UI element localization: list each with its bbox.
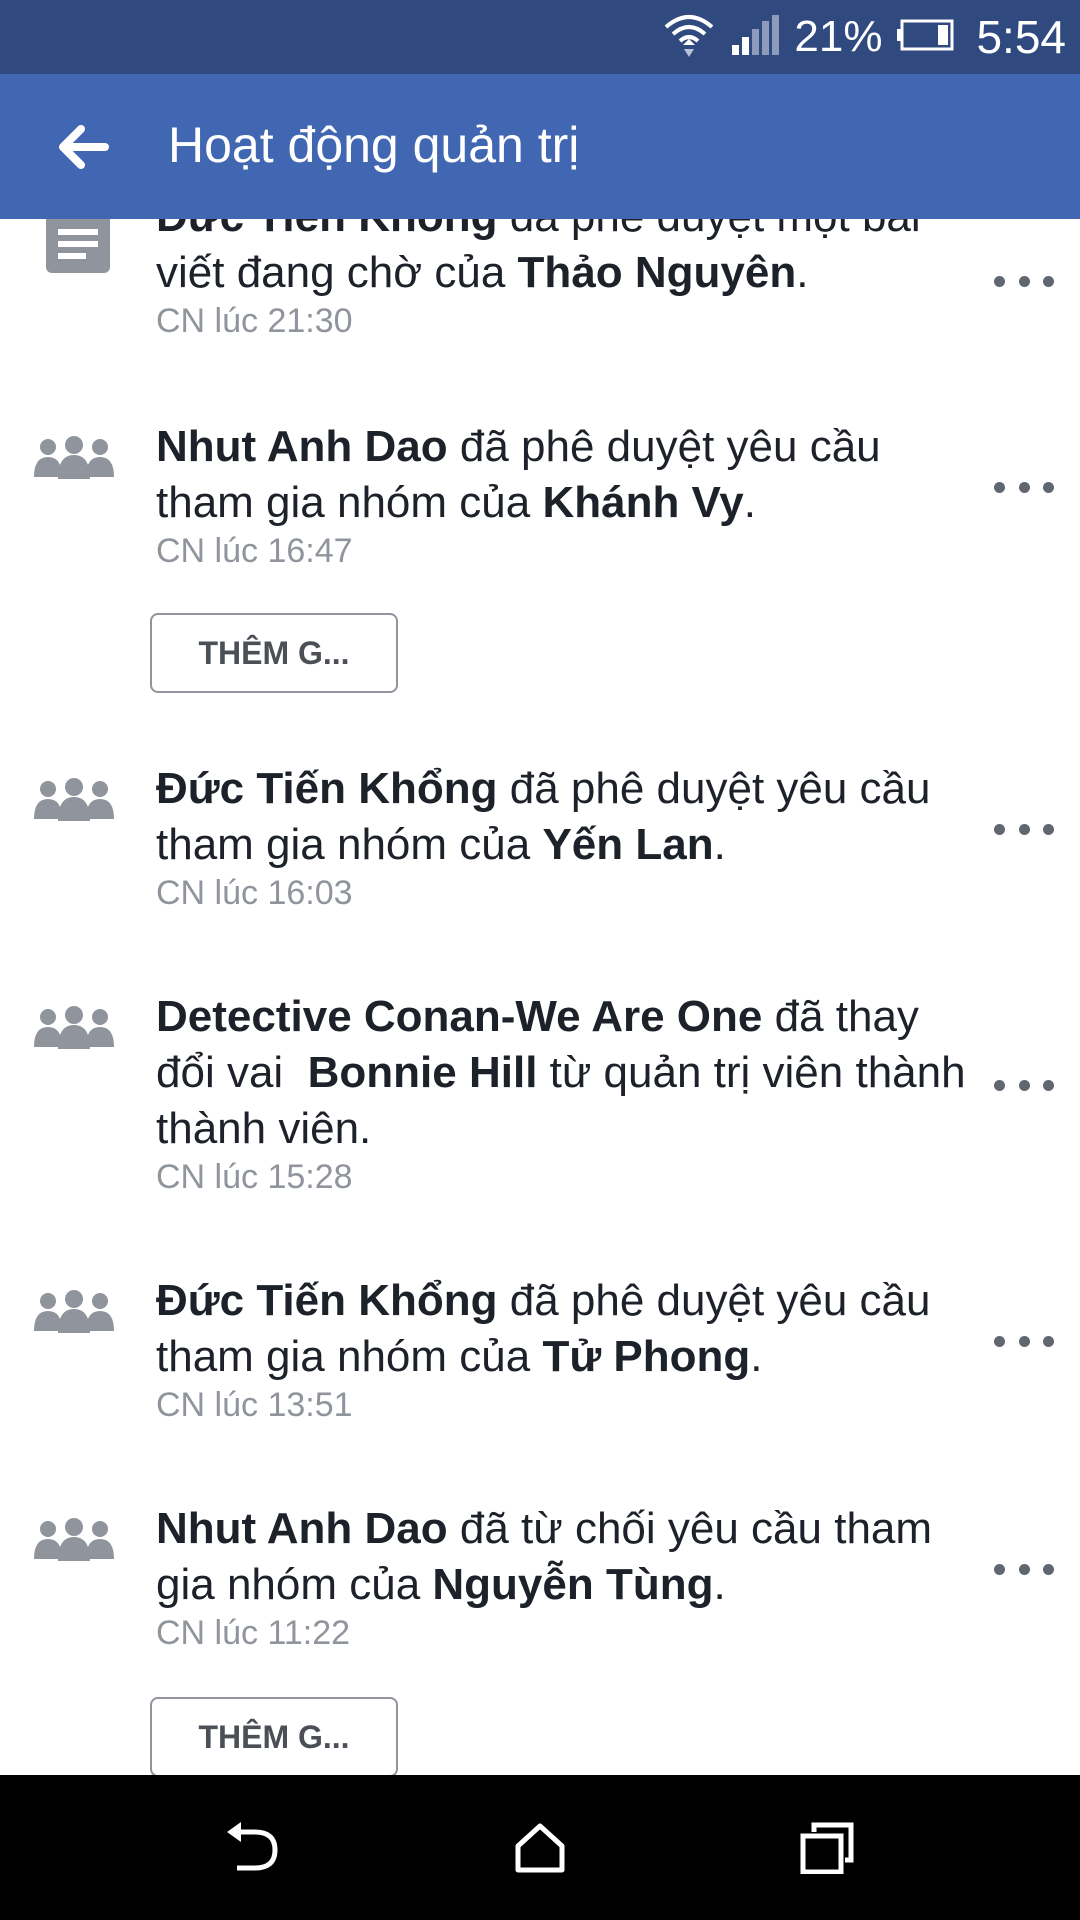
target-name[interactable]: Khánh Vy [542,478,743,527]
group-icon [34,433,114,486]
target-name[interactable]: Tử Phong [542,1332,750,1381]
more-options-button[interactable] [994,467,1054,507]
system-nav-bar [0,1775,1080,1920]
activity-text: Nhut Anh Dao đã từ chối yêu cầu tham gia… [156,1501,986,1613]
status-bar: 21% 5:54 [0,0,1080,74]
group-icon [34,1287,114,1340]
document-icon [46,219,110,278]
actor-name[interactable]: Detective Conan-We Are One [156,992,762,1041]
more-options-button[interactable] [994,1065,1054,1105]
target-name[interactable]: Nguyễn Tùng [432,1560,713,1609]
more-options-button[interactable] [994,1321,1054,1361]
actor-name[interactable]: Đức Tiến Khổng [156,764,498,813]
group-icon [34,1003,114,1056]
admin-activity-feed: Đức Tiến Khổng đã phê duyệt một bài viết… [0,219,1080,1775]
more-options-button[interactable] [994,261,1054,301]
action-tail: . [750,1332,763,1381]
nav-back-button[interactable] [218,1813,288,1883]
action-tail: . [713,1560,726,1609]
activity-text: Đức Tiến Khổng đã phê duyệt yêu cầu tham… [156,761,986,873]
battery-icon [896,19,954,56]
action-tail: . [743,478,756,527]
back-button[interactable] [48,112,118,182]
battery-percent: 21% [794,12,883,61]
target-name[interactable]: Thảo Nguyên [518,248,797,297]
arrow-left-icon [59,125,109,169]
nav-home-button[interactable] [505,1813,575,1883]
timestamp: CN lúc 16:47 [156,532,353,570]
clock: 5:54 [976,11,1066,63]
timestamp: CN lúc 15:28 [156,1158,353,1196]
timestamp: CN lúc 11:22 [156,1614,351,1652]
wifi-icon [662,11,716,64]
action-tail: . [796,248,809,297]
app-bar: Hoạt động quản trị [0,74,1080,219]
activity-text: Đức Tiến Khổng đã phê duyệt một bài viết… [156,219,986,301]
signal-icon [730,14,780,60]
group-icon [34,1515,114,1568]
group-icon [34,775,114,828]
more-options-button[interactable] [994,1549,1054,1589]
target-name[interactable]: Bonnie Hill [308,1048,538,1097]
actor-name[interactable]: Đức Tiến Khổng [156,1276,498,1325]
timestamp: CN lúc 13:51 [156,1386,353,1424]
add-member-button[interactable]: THÊM G... [150,1697,398,1775]
page-title: Hoạt động quản trị [168,117,580,173]
target-name[interactable]: Yến Lan [542,820,713,869]
actor-name[interactable]: Nhut Anh Dao [156,1504,448,1553]
actor-name[interactable]: Nhut Anh Dao [156,422,448,471]
activity-text: Đức Tiến Khổng đã phê duyệt yêu cầu tham… [156,1273,986,1385]
action-tail: . [713,820,726,869]
activity-text: Detective Conan-We Are One đã thay đổi v… [156,989,986,1157]
actor-name[interactable]: Đức Tiến Khổng [156,219,498,241]
timestamp: CN lúc 16:03 [156,874,353,912]
recents-nav-icon [800,1822,854,1874]
home-nav-icon [515,1823,565,1873]
activity-text: Nhut Anh Dao đã phê duyệt yêu cầu tham g… [156,419,986,531]
back-nav-icon [227,1822,278,1871]
more-options-button[interactable] [994,809,1054,849]
add-member-button[interactable]: THÊM G... [150,613,398,693]
timestamp: CN lúc 21:30 [156,302,353,340]
nav-recents-button[interactable] [792,1813,862,1883]
